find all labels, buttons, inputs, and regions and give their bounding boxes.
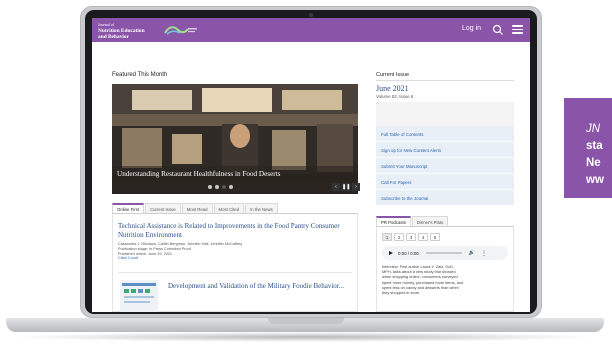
laptop-mockup: Journal of Nutrition Education and Behav… (0, 0, 612, 358)
tab-in-the-news[interactable]: In the News (245, 203, 278, 213)
article-meta: Cassandra J. Nikolaus, Caitlin Bergman, … (118, 242, 352, 261)
link-call-for-papers[interactable]: Call For Papers (376, 174, 514, 190)
laptop-shadow (10, 332, 600, 342)
article-title[interactable]: Technical Assistance is Related to Impro… (118, 222, 352, 239)
promo-line: sta (586, 140, 603, 152)
player-time: 0:00 / 0:00 (398, 250, 419, 256)
carousel-dot-active[interactable] (222, 185, 226, 189)
carousel-dot[interactable] (215, 185, 219, 189)
tab-most-cited[interactable]: Most Cited (213, 203, 245, 213)
article-title[interactable]: Development and Validation of the Milita… (168, 282, 352, 291)
webcam (309, 13, 313, 17)
podcast-description: Interview: First author Laura Y. Zatz, S… (382, 264, 510, 295)
laptop-notch (268, 318, 344, 324)
issue-links: Full Table of Contents Sign up for New C… (376, 126, 514, 206)
link-submit-manuscript[interactable]: Submit Your Manuscript (376, 158, 514, 174)
tab-current-issue[interactable]: Current Issue (144, 203, 181, 213)
carousel-dot[interactable] (229, 185, 233, 189)
article-tabs: Online First Current Issue Most Read Mos… (112, 203, 358, 214)
promo-line: ww (586, 174, 604, 186)
article-more-link[interactable]: Cited Count (118, 256, 352, 261)
logo-line: and Behavior (98, 34, 130, 40)
search-icon[interactable] (492, 24, 504, 36)
podcast-page[interactable]: 5 (430, 233, 440, 241)
podcast-page[interactable]: 1 (382, 233, 392, 241)
site-header: Journal of Nutrition Education and Behav… (92, 18, 530, 42)
podcast-tabs: PR Podcasts Dinner's Plate (376, 216, 514, 227)
more-options-icon[interactable]: ⋮ (481, 250, 487, 257)
login-link[interactable]: Log in (462, 25, 481, 32)
current-issue-heading: Current Issue (376, 72, 410, 78)
prev-icon[interactable]: ‹ (332, 183, 340, 191)
podcast-page[interactable]: 2 (394, 233, 404, 241)
tab-most-read[interactable]: Most Read (181, 203, 213, 213)
audio-player: 0:00 / 0:00 🔊 ⋮ (382, 246, 508, 260)
carousel-dots (208, 185, 233, 189)
promo-line: JN (586, 123, 601, 135)
volume-icon[interactable]: 🔊 (469, 250, 475, 256)
divider (376, 80, 514, 81)
hero-caption[interactable]: Understanding Restaurant Healthfulness i… (112, 166, 358, 182)
carousel-controls: ‹ ❚❚ › (332, 183, 360, 191)
promo-line: Ne (586, 157, 601, 169)
carousel-dot[interactable] (208, 185, 212, 189)
divider (118, 272, 352, 273)
description-line: they shopped in store. (382, 290, 421, 296)
link-full-toc[interactable]: Full Table of Contents (376, 126, 514, 142)
seek-bar[interactable] (425, 252, 462, 254)
tab-dinners-plate[interactable]: Dinner's Plate (411, 216, 449, 226)
play-icon[interactable] (389, 251, 393, 255)
article-thumbnail[interactable] (120, 280, 158, 312)
pause-icon[interactable]: ❚❚ (342, 183, 350, 191)
link-content-alerts[interactable]: Sign up for New Content Alerts (376, 142, 514, 158)
podcast-page[interactable]: 4 (418, 233, 428, 241)
issue-date[interactable]: June 2021 (376, 84, 409, 93)
issue-volume: Volume 53, Issue 6 (376, 94, 414, 99)
podcast-page[interactable]: 3 (406, 233, 416, 241)
sne-logo-icon[interactable] (164, 24, 198, 36)
journal-logo[interactable]: Journal of Nutrition Education and Behav… (98, 22, 154, 40)
issue-cover-area (376, 102, 514, 126)
tab-online-first[interactable]: Online First (112, 203, 144, 213)
featured-heading: Featured This Month (112, 72, 168, 78)
tab-pr-podcasts[interactable]: PR Podcasts (376, 216, 411, 226)
laptop-screen: Journal of Nutrition Education and Behav… (92, 18, 530, 312)
link-subscribe[interactable]: Subscribe to the Journal (376, 190, 514, 206)
promo-text: JN sta Ne ww (586, 121, 604, 189)
next-icon[interactable]: › (352, 183, 360, 191)
podcast-pagination: 1 2 3 4 5 (382, 233, 440, 241)
menu-icon[interactable] (512, 25, 523, 34)
